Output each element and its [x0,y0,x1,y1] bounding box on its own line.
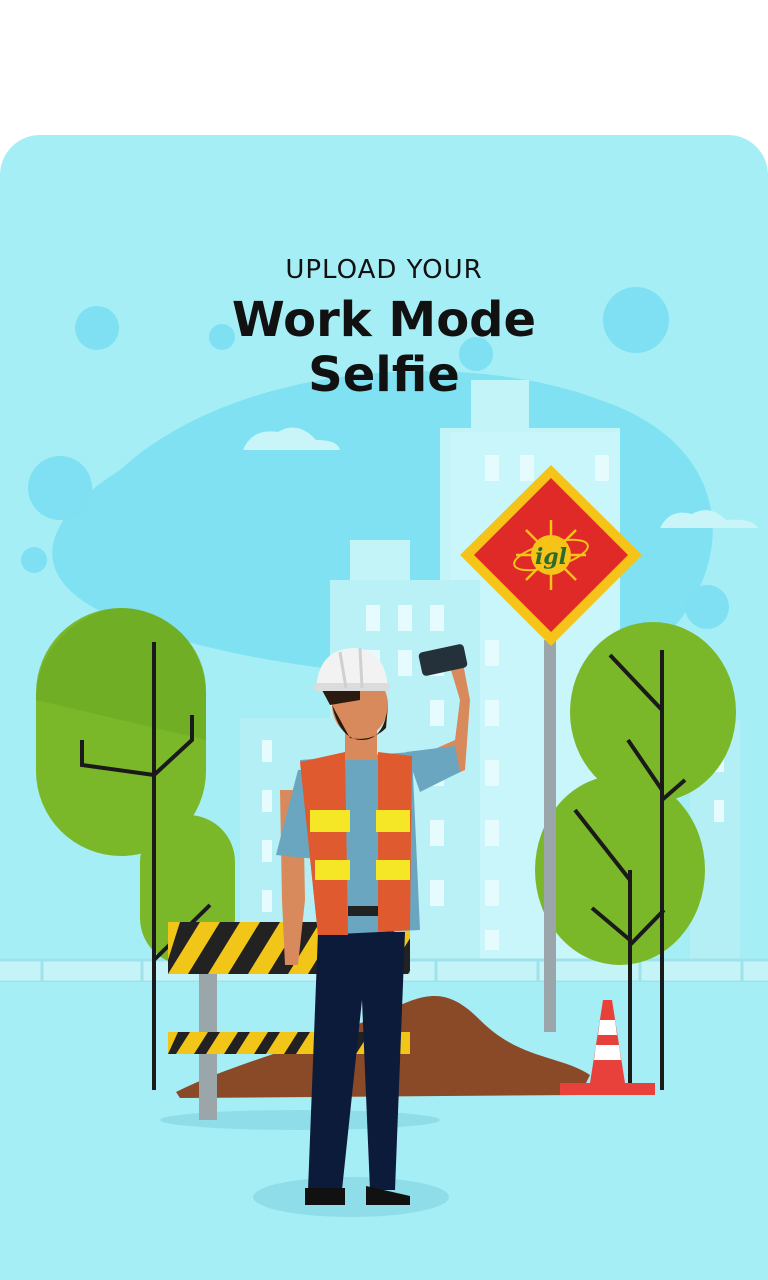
selfie-intro-card: igl UPLOAD YOUR Work Mode Selfie [0,135,768,1280]
page-title-line1: Work Mode [231,292,537,348]
page-title-line2: Selfie [308,347,460,403]
bubble [21,547,47,573]
igl-logo-text: igl [535,544,567,570]
heading: UPLOAD YOUR Work Mode Selfie [0,255,768,403]
sign-pole [544,640,556,1032]
shadow [253,1177,449,1217]
bubble [685,585,729,629]
bubble [28,456,92,520]
upload-subtitle: UPLOAD YOUR [285,255,483,285]
